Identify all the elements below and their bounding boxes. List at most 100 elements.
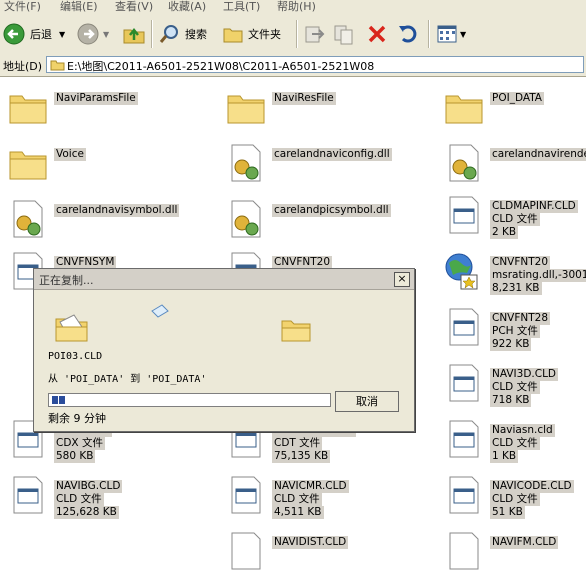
current-file-name: POI03.CLD: [48, 351, 103, 362]
copy-to-icon: [334, 25, 353, 45]
file-name: carelandnavisymbol.dll: [54, 204, 180, 217]
file-name: Voice: [54, 148, 86, 161]
menu-favorites[interactable]: 收藏(A): [168, 0, 206, 13]
file-name: POI_DATA: [490, 92, 544, 105]
file-type: CLD 文件: [490, 381, 540, 394]
file-type: CDT 文件: [272, 437, 323, 450]
file-size: 125,628 KB: [54, 506, 119, 519]
dll-gear-icon: [13, 200, 43, 238]
search-label: 搜索: [185, 28, 207, 41]
menu-file[interactable]: 文件(F): [4, 0, 41, 13]
folder-icon: [445, 95, 483, 124]
search-button[interactable]: 搜索: [159, 23, 207, 45]
undo-button[interactable]: [397, 23, 419, 45]
file-type: PCH 文件: [490, 325, 540, 338]
file-name: NaviResFile: [272, 92, 336, 105]
dialog-title: 正在复制...: [39, 274, 94, 287]
forward-arrow-icon: [77, 23, 99, 45]
file-name: CLDMAPINF.CLD: [490, 200, 578, 213]
file-type: msrating.dll,-3001: [490, 269, 586, 282]
file-name: NAVI3D.CLD: [490, 368, 559, 381]
views-dropdown-icon[interactable]: ▼: [460, 30, 466, 39]
file-name: NAVIFM.CLD: [490, 536, 559, 549]
folder-icon: [227, 95, 265, 124]
file-size: 718 KB: [490, 394, 532, 407]
file-name: carelandpicsymbol.dll: [272, 204, 391, 217]
up-folder-icon: [123, 27, 145, 44]
file-type: CLD 文件: [490, 493, 540, 506]
file-icon: [231, 532, 261, 570]
address-input[interactable]: E:\地图\C2011-A6501-2521W08\C2011-A6501-25…: [46, 56, 584, 73]
menu-help[interactable]: 帮助(H): [277, 0, 316, 13]
copy-progress-bar: [48, 393, 331, 407]
close-button[interactable]: ×: [394, 272, 410, 287]
file-type: CLD 文件: [490, 213, 540, 226]
back-arrow-icon: [3, 23, 25, 45]
file-type: CLD 文件: [272, 493, 322, 506]
file-name: Naviasn.cld: [490, 424, 555, 437]
file-name: carelandnaviconfig.dll: [272, 148, 392, 161]
file-size: 51 KB: [490, 506, 525, 519]
file-icon: [449, 476, 479, 514]
menu-edit[interactable]: 编辑(E): [60, 0, 98, 13]
file-type: CDX 文件: [54, 437, 105, 450]
dialog-titlebar[interactable]: 正在复制... ×: [34, 269, 414, 290]
file-icon: [449, 420, 479, 458]
file-size: 1 KB: [490, 450, 519, 463]
file-icon: [449, 364, 479, 402]
copy-to-button[interactable]: [333, 23, 355, 45]
destination-folder-icon: [281, 320, 311, 342]
dll-gear-icon: [231, 144, 261, 182]
file-icon: [449, 532, 479, 570]
file-size: 8,231 KB: [490, 282, 542, 295]
file-size: 4,511 KB: [272, 506, 324, 519]
views-grid-icon: [437, 25, 457, 43]
copy-progress-dialog: 正在复制... × POI03.CLD 从 'POI_DATA' 到 'POI_…: [33, 268, 415, 432]
delete-button[interactable]: [366, 23, 388, 45]
folders-icon: [223, 28, 243, 43]
back-dropdown-icon[interactable]: ▼: [59, 30, 65, 39]
flying-page-icon: [151, 304, 169, 318]
back-label: 后退: [30, 28, 52, 41]
progress-chunk: [59, 396, 65, 404]
up-folder-button[interactable]: [122, 22, 146, 46]
forward-dropdown-icon[interactable]: ▼: [103, 30, 109, 39]
file-name: NAVIDIST.CLD: [272, 536, 349, 549]
file-name: NaviParamsFile: [54, 92, 138, 105]
file-size: 2 KB: [490, 226, 519, 239]
file-icon: [449, 308, 479, 346]
address-label: 地址(D): [3, 60, 43, 73]
menu-view[interactable]: 查看(V): [115, 0, 153, 13]
views-button[interactable]: ▼: [436, 23, 466, 45]
file-size: 75,135 KB: [272, 450, 331, 463]
file-name: carelandnavirender: [490, 148, 586, 161]
back-button[interactable]: 后退 ▼: [3, 23, 65, 45]
file-name: CNVFNT20: [490, 256, 551, 269]
progress-chunk: [52, 396, 58, 404]
folder-small-icon: [50, 60, 65, 71]
file-icon: [449, 196, 479, 234]
file-name: NAVICMR.CLD: [272, 480, 349, 493]
search-icon: [159, 25, 178, 43]
globe-file-icon: [445, 253, 478, 290]
file-type: CLD 文件: [490, 437, 540, 450]
file-icon: [13, 476, 43, 514]
file-icon: [231, 476, 261, 514]
folders-button[interactable]: 文件夹: [222, 23, 281, 45]
file-size: 922 KB: [490, 338, 532, 351]
source-folder-icon: [55, 314, 88, 342]
file-name: CNVFNT28: [490, 312, 551, 325]
forward-button[interactable]: ▼: [77, 23, 109, 45]
delete-x-icon: [368, 25, 386, 43]
move-to-button[interactable]: [303, 23, 325, 45]
file-type: CLD 文件: [54, 493, 104, 506]
toolbar: 后退 ▼ ▼ 搜索 文件夹 ▼: [0, 14, 586, 55]
address-path: E:\地图\C2011-A6501-2521W08\C2011-A6501-25…: [67, 60, 375, 73]
menu-tools[interactable]: 工具(T): [223, 0, 260, 13]
move-to-icon: [305, 26, 325, 43]
address-bar: 地址(D) E:\地图\C2011-A6501-2521W08\C2011-A6…: [0, 54, 586, 77]
dll-gear-icon: [231, 200, 261, 238]
cancel-button[interactable]: 取消: [335, 391, 399, 412]
file-name: NAVIBG.CLD: [54, 480, 123, 493]
folder-icon: [9, 95, 47, 124]
